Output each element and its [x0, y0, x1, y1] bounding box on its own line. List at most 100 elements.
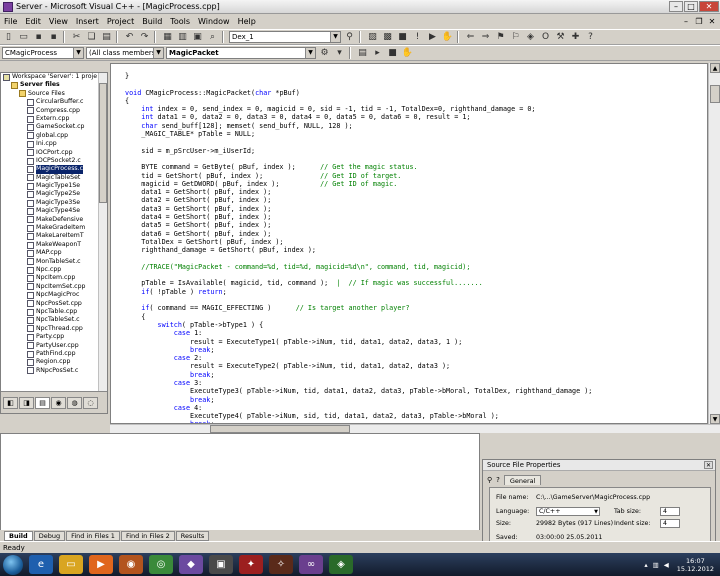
- tree-file-item[interactable]: IOCPSocket2.c: [1, 157, 99, 165]
- editor-hscroll-thumb[interactable]: [210, 425, 350, 433]
- code-line[interactable]: {: [125, 97, 592, 105]
- code-line[interactable]: data3 = GetShort( pBuf, index );: [125, 205, 592, 213]
- code-line[interactable]: ExecuteType3( pTable->iNum, tid, data1, …: [125, 387, 592, 395]
- tree-file-item[interactable]: global.cpp: [1, 132, 99, 140]
- execute-icon[interactable]: !: [411, 31, 424, 44]
- code-line[interactable]: char send_buff[128]; memset( send_buff, …: [125, 122, 592, 130]
- tree-file-item[interactable]: MakeLareItemT: [1, 232, 99, 241]
- chevron-down-icon[interactable]: ▼: [153, 48, 163, 58]
- chrome-icon[interactable]: ◎: [149, 555, 173, 574]
- code-line[interactable]: result = ExecuteType1( pTable->iNum, tid…: [125, 338, 592, 346]
- code-line[interactable]: break;: [125, 396, 592, 404]
- code-line[interactable]: [125, 296, 592, 304]
- tree-file-item[interactable]: MonTableSet.c: [1, 258, 99, 266]
- menu-tools[interactable]: Tools: [166, 17, 194, 26]
- tab-general[interactable]: General: [503, 474, 542, 485]
- code-line[interactable]: break;: [125, 346, 592, 354]
- find-icon[interactable]: ⚲: [343, 31, 356, 44]
- tree-file-item[interactable]: CircularBuffer.c: [1, 98, 99, 106]
- close-button[interactable]: ✕: [699, 1, 719, 12]
- tree-file-item[interactable]: NpcTable.cpp: [1, 308, 99, 316]
- source-code[interactable]: } void CMagicProcess::MagicPacket(char *p…: [125, 72, 592, 423]
- tree-file-item[interactable]: NpcTableSet.c: [1, 316, 99, 325]
- undo-icon[interactable]: ↶: [123, 31, 136, 44]
- build-mini-icon[interactable]: ▤: [356, 47, 369, 60]
- function-combo[interactable]: MagicPacket ▼: [166, 47, 316, 59]
- next-bookmark-icon[interactable]: ⚐: [509, 31, 522, 44]
- tree-file-item[interactable]: MakeGradeItem: [1, 224, 99, 232]
- tree-file-item[interactable]: PathFind.cpp: [1, 350, 99, 358]
- chevron-down-icon[interactable]: ▼: [330, 32, 340, 42]
- tab-find-in-files-1[interactable]: Find in Files 1: [66, 530, 120, 541]
- code-line[interactable]: void CMagicProcess::MagicPacket(char *pB…: [125, 89, 592, 97]
- tree-file-item[interactable]: MagicType4Se: [1, 207, 99, 215]
- workspace-icon[interactable]: ▦: [161, 31, 174, 44]
- menu-insert[interactable]: Insert: [72, 17, 103, 26]
- stop-mini-icon[interactable]: ■: [386, 47, 399, 60]
- tree-folder-item[interactable]: Server files: [1, 81, 99, 90]
- indent-size-input[interactable]: 4: [660, 519, 680, 528]
- tree-file-item[interactable]: RNpcPosSet.c: [1, 367, 99, 375]
- code-line[interactable]: case 1:: [125, 329, 592, 337]
- menu-edit[interactable]: Edit: [21, 17, 45, 26]
- code-line[interactable]: case 3:: [125, 379, 592, 387]
- code-line[interactable]: if( command == MAGIC_EFFECTING ) // Is t…: [125, 304, 592, 312]
- forward-icon[interactable]: ⇒: [479, 31, 492, 44]
- network-icon[interactable]: ▥: [653, 561, 659, 569]
- code-line[interactable]: pTable = IsAvailable( magicid, tid, comm…: [125, 279, 592, 287]
- scroll-down-icon[interactable]: ▼: [710, 414, 720, 424]
- app-icon-7[interactable]: ▣: [209, 555, 233, 574]
- code-line[interactable]: case 4:: [125, 404, 592, 412]
- firefox-icon[interactable]: ◉: [119, 555, 143, 574]
- run-mini-icon[interactable]: ▸: [371, 47, 384, 60]
- tree-file-item[interactable]: Extern.cpp: [1, 115, 99, 123]
- media-player-icon[interactable]: ▶: [89, 555, 113, 574]
- o2-icon[interactable]: O: [539, 31, 552, 44]
- tree-scrollbar[interactable]: [98, 73, 107, 391]
- app-icon-11[interactable]: ◈: [329, 555, 353, 574]
- class-combo[interactable]: CMagicProcess ▼: [2, 47, 84, 59]
- tree-scroll-thumb[interactable]: [99, 83, 107, 203]
- pin-icon[interactable]: ⚲: [487, 476, 492, 484]
- menu-window[interactable]: Window: [194, 17, 234, 26]
- tree-file-item[interactable]: MakeWeaponT: [1, 241, 99, 249]
- chevron-down-icon[interactable]: ▼: [594, 508, 598, 516]
- help-icon[interactable]: ?: [496, 476, 500, 484]
- doc-minimize-icon[interactable]: –: [681, 17, 691, 27]
- clock[interactable]: 16:07 15.12.2012: [677, 557, 714, 573]
- redo-icon[interactable]: ↷: [138, 31, 151, 44]
- tools-icon[interactable]: ⚒: [554, 31, 567, 44]
- tree-file-item[interactable]: IOCPort.cpp: [1, 149, 99, 157]
- code-line[interactable]: data5 = GetShort( pBuf, index );: [125, 221, 592, 229]
- breakpoint-mini-icon[interactable]: ✋: [401, 47, 414, 60]
- save-icon[interactable]: ▪: [32, 31, 45, 44]
- tree-file-item[interactable]: GameSocket.cp: [1, 123, 99, 132]
- code-line[interactable]: magicid = GetDWORD( pBuf, index ); // Ge…: [125, 180, 592, 188]
- code-line[interactable]: data4 = GetShort( pBuf, index );: [125, 213, 592, 221]
- code-line[interactable]: [125, 255, 592, 263]
- tree-file-item[interactable]: MAP.cpp: [1, 249, 99, 257]
- tree-folder-item[interactable]: Source Files: [1, 90, 99, 98]
- tree-file-item[interactable]: PartyUser.cpp: [1, 342, 99, 350]
- options-icon[interactable]: ✚: [569, 31, 582, 44]
- code-line[interactable]: [125, 138, 592, 146]
- code-line[interactable]: _MAGIC_TABLE* pTable = NULL;: [125, 130, 592, 138]
- save-all-icon[interactable]: ▪: [47, 31, 60, 44]
- tab-file-view[interactable]: ▤: [35, 396, 50, 409]
- code-line[interactable]: BYTE command = GetByte( pBuf, index ); /…: [125, 163, 592, 171]
- volume-icon[interactable]: ◀: [664, 561, 669, 569]
- menu-help[interactable]: Help: [234, 17, 260, 26]
- doc-restore-icon[interactable]: ❐: [694, 17, 704, 27]
- chevron-down-icon[interactable]: ▼: [305, 48, 315, 58]
- find-in-files-icon[interactable]: ⌕: [206, 31, 219, 44]
- scroll-up-icon[interactable]: ▲: [710, 63, 720, 73]
- start-button[interactable]: [3, 554, 23, 575]
- visual-cpp-icon[interactable]: ∞: [299, 555, 323, 574]
- tab-build[interactable]: Build: [4, 530, 33, 541]
- code-line[interactable]: if( !pTable ) return;: [125, 288, 592, 296]
- editor-scroll-thumb[interactable]: [710, 85, 720, 103]
- insert-breakpoint-icon[interactable]: ✋: [441, 31, 454, 44]
- menu-view[interactable]: View: [45, 17, 72, 26]
- windows-icon[interactable]: ▣: [191, 31, 204, 44]
- config-combo[interactable]: Dex_1 ▼: [229, 31, 341, 43]
